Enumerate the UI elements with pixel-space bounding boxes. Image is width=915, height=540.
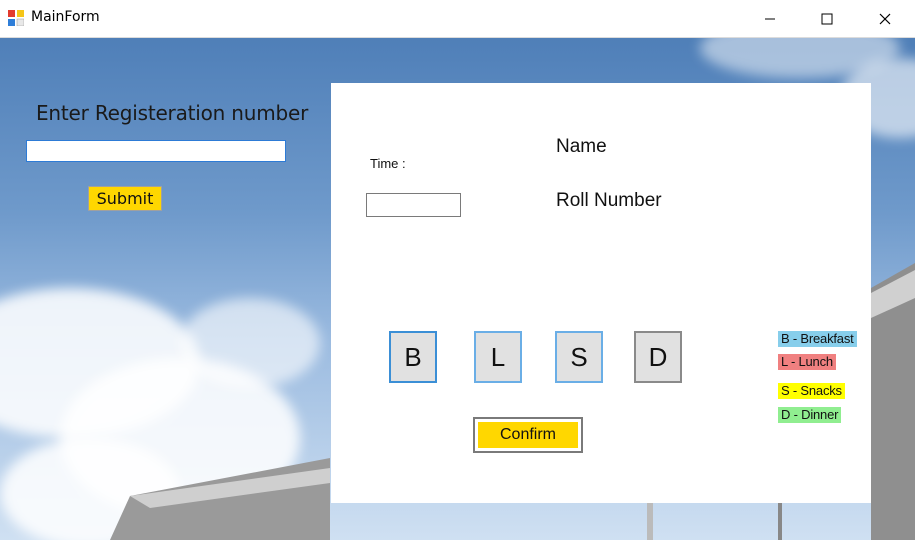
legend-snacks: S - Snacks <box>778 383 845 399</box>
legend-breakfast: B - Breakfast <box>778 331 857 347</box>
close-button[interactable] <box>862 0 908 37</box>
time-label: Time : <box>370 156 406 171</box>
lunch-button[interactable]: L <box>474 331 522 383</box>
form-background: Enter Registeration number Submit Time :… <box>0 38 915 540</box>
legend-dinner: D - Dinner <box>778 407 842 423</box>
details-panel: Time : Name Roll Number B L S D Confirm … <box>331 83 871 503</box>
title-bar: MainForm <box>0 0 915 38</box>
snacks-button[interactable]: S <box>555 331 603 383</box>
window-title: MainForm <box>31 9 100 25</box>
time-field[interactable] <box>366 193 461 217</box>
maximize-button[interactable] <box>804 0 850 37</box>
minimize-icon <box>765 18 775 19</box>
submit-button[interactable]: Submit <box>88 186 162 211</box>
close-icon <box>879 13 891 24</box>
maximize-icon <box>821 13 833 24</box>
name-label: Name <box>556 136 607 157</box>
confirm-button-label: Confirm <box>478 422 578 448</box>
dinner-button[interactable]: D <box>634 331 682 383</box>
registration-input[interactable] <box>26 140 286 162</box>
confirm-button[interactable]: Confirm <box>473 417 583 453</box>
roll-number-label: Roll Number <box>556 190 662 211</box>
legend-lunch: L - Lunch <box>778 354 836 370</box>
registration-prompt: Enter Registeration number <box>36 101 309 125</box>
app-icon <box>8 10 24 26</box>
breakfast-button[interactable]: B <box>389 331 437 383</box>
minimize-button[interactable] <box>747 0 793 37</box>
